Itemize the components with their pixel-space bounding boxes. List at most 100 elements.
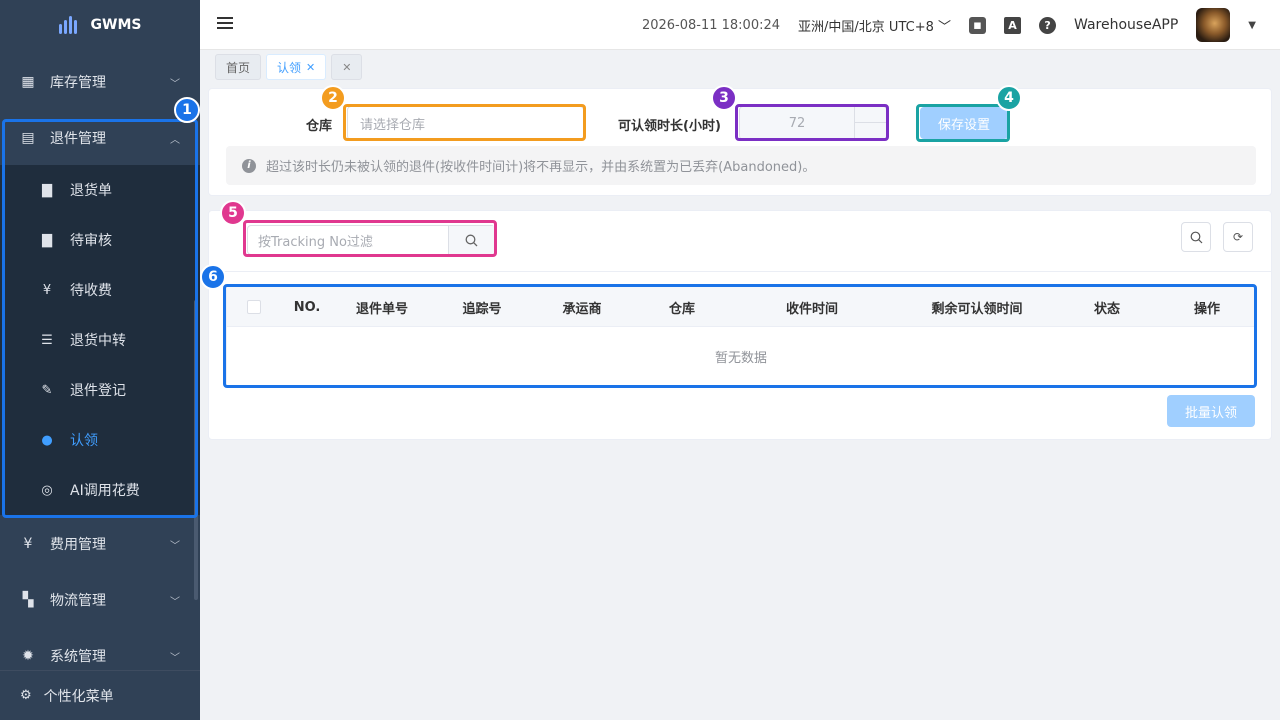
annotation-badge: 3 <box>711 85 737 111</box>
translate-icon[interactable]: A <box>1004 16 1022 34</box>
personalize-menu[interactable]: ⚙ 个性化菜单 <box>0 670 200 720</box>
submenu-label: 退货单 <box>70 183 112 199</box>
select-all-checkbox[interactable] <box>244 287 264 327</box>
topbar-right: 2026-08-11 18:00:24 亚洲/中国/北京 UTC+8 ﹀ ▪ A… <box>642 0 1256 50</box>
batch-claim-button[interactable]: 批量认领 <box>1167 395 1255 427</box>
save-settings-label: 保存设置 <box>937 117 990 133</box>
annotation-badge: 4 <box>996 85 1022 111</box>
col-no: NO. <box>293 299 321 315</box>
chevron-down-icon: ﹀ <box>170 596 180 608</box>
tracking-filter-input[interactable]: 按Tracking No过滤 <box>248 226 448 254</box>
tag-home[interactable]: 首页 <box>215 54 262 80</box>
col-actions: 操作 <box>1193 301 1220 317</box>
submenu-ai-cost[interactable]: ◎ AI调用花费 <box>0 465 200 515</box>
toggle-search-button[interactable] <box>1181 222 1211 252</box>
menu-label: 费用管理 <box>50 537 106 553</box>
col-remaining-time: 剩余可认领时间 <box>931 301 1023 317</box>
tag-label: 首页 <box>226 60 251 75</box>
divider <box>209 271 1271 272</box>
submenu-pending-charge[interactable]: ¥ 待收费 <box>0 265 200 315</box>
timezone-select[interactable]: 亚洲/中国/北京 UTC+8 ﹀ <box>798 16 951 35</box>
apps-grid-icon: ▚ <box>22 592 34 608</box>
caret-down-icon[interactable]: ▼ <box>1248 20 1256 31</box>
notice-text: 超过该时长仍未被认领的退件(按收件时间计)将不再显示，并由系统置为已丢弃(Aba… <box>266 160 816 175</box>
submenu-return-register[interactable]: ✎ 退件登记 <box>0 365 200 415</box>
batch-claim-label: 批量认领 <box>1184 405 1237 421</box>
user-icon: ● <box>41 432 53 448</box>
annotation-badge: 2 <box>320 85 346 111</box>
info-icon: i <box>242 158 256 173</box>
duration-stepper[interactable]: 72 <box>739 106 887 140</box>
annotation-badge: 5 <box>220 200 246 226</box>
col-receive-time: 收件时间 <box>785 301 838 317</box>
document-icon: ▇ <box>42 182 52 198</box>
warehouse-placeholder: 请选择仓库 <box>360 117 426 133</box>
menu-fees[interactable]: ¥ 费用管理 ﹀ <box>0 516 200 572</box>
annotation-badge: 1 <box>174 97 200 123</box>
info-notice: i 超过该时长仍未被认领的退件(按收件时间计)将不再显示，并由系统置为已丢弃(A… <box>226 146 1256 185</box>
gear-outline-icon: ⚙ <box>20 688 32 703</box>
chevron-up-icon: ︿ <box>170 134 180 146</box>
submenu-label: 认领 <box>70 433 98 449</box>
col-return-no: 退件单号 <box>355 301 408 317</box>
col-status: 状态 <box>1093 301 1120 317</box>
refresh-icon: ⟳ <box>1232 230 1244 244</box>
menu-label: 系统管理 <box>50 649 106 665</box>
yen-icon: ¥ <box>23 536 33 552</box>
search-icon <box>1190 231 1202 243</box>
user-name[interactable]: WarehouseAPP <box>1074 17 1178 33</box>
chat-icon[interactable]: ▪ <box>969 16 987 34</box>
chevron-down-icon: ﹀ <box>170 78 180 90</box>
yen-icon: ¥ <box>42 282 52 298</box>
submenu-claim[interactable]: ● 认领 <box>0 415 200 465</box>
refresh-button[interactable]: ⟳ <box>1223 222 1253 252</box>
tracking-filter: 按Tracking No过滤 <box>247 225 495 255</box>
returns-submenu: ▇ 退货单 ▇ 待审核 ¥ 待收费 ☰ 退货中转 ✎ 退件登记 ● 认领 ◎ A… <box>0 165 200 515</box>
col-warehouse: 仓库 <box>668 301 695 317</box>
menu-returns[interactable]: ▤ 退件管理 ︿ <box>0 110 200 166</box>
topbar: 2026-08-11 18:00:24 亚洲/中国/北京 UTC+8 ﹀ ▪ A… <box>200 0 1280 50</box>
duration-value: 72 <box>788 115 806 131</box>
settings-card: 仓库 请选择仓库 可认领时长(小时) 72 保存设置 i 超过该时长仍未被认领的… <box>208 88 1272 196</box>
submenu-return-transfer[interactable]: ☰ 退货中转 <box>0 315 200 365</box>
sidebar-scrollbar[interactable] <box>194 300 198 600</box>
tag-label: 认领 <box>277 60 302 75</box>
warehouse-select[interactable]: 请选择仓库 <box>347 106 584 140</box>
timezone-value: 亚洲/中国/北京 UTC+8 <box>798 19 934 35</box>
save-settings-button[interactable]: 保存设置 <box>920 107 1008 139</box>
search-button[interactable] <box>448 226 494 254</box>
chevron-down-icon: ﹀ <box>938 19 952 35</box>
submenu-return-orders[interactable]: ▇ 退货单 <box>0 165 200 215</box>
avatar[interactable] <box>1196 8 1231 42</box>
submenu-label: 待审核 <box>70 233 112 249</box>
coin-icon: ◎ <box>41 482 53 498</box>
menu-label: 物流管理 <box>50 593 106 609</box>
menu-logistics[interactable]: ▚ 物流管理 ﹀ <box>0 572 200 628</box>
chevron-down-icon: ﹀ <box>170 540 180 552</box>
close-icon[interactable]: ✕ <box>306 61 315 74</box>
sidebar: GWMS ▦ 库存管理 ﹀ ▤ 退件管理 ︿ ▇ 退货单 ▇ 待审核 ¥ 待收费… <box>0 0 200 720</box>
col-tracking-no: 追踪号 <box>462 301 502 317</box>
help-icon[interactable]: ? <box>1039 16 1057 34</box>
submenu-pending-review[interactable]: ▇ 待审核 <box>0 215 200 265</box>
app-logo[interactable]: GWMS <box>0 0 200 50</box>
duration-label: 可认领时长(小时) <box>618 119 721 134</box>
table-empty: 暂无数据 <box>714 350 767 366</box>
menu-label: 退件管理 <box>50 131 106 147</box>
close-icon[interactable]: ✕ <box>342 61 351 74</box>
gear-icon: ✹ <box>22 648 34 664</box>
tag-close-all[interactable]: ✕ <box>331 54 363 80</box>
return-box-icon: ▤ <box>21 130 35 146</box>
tag-claim[interactable]: 认领 ✕ <box>266 54 327 80</box>
menu-label: 库存管理 <box>50 75 106 91</box>
menu-inventory[interactable]: ▦ 库存管理 ﹀ <box>0 54 200 110</box>
claim-table: NO. 退件单号 追踪号 承运商 仓库 收件时间 剩余可认领时间 状态 操作 暂… <box>226 286 1256 386</box>
submenu-label: 退货中转 <box>70 333 126 349</box>
submenu-label: AI调用花费 <box>70 483 140 499</box>
stepper-buttons[interactable] <box>854 107 886 139</box>
current-datetime: 2026-08-11 18:00:24 <box>641 17 781 33</box>
app-title: GWMS <box>90 17 142 33</box>
hamburger-icon[interactable] <box>217 17 233 31</box>
submenu-label: 退件登记 <box>70 383 126 399</box>
checkbox[interactable] <box>247 300 261 314</box>
